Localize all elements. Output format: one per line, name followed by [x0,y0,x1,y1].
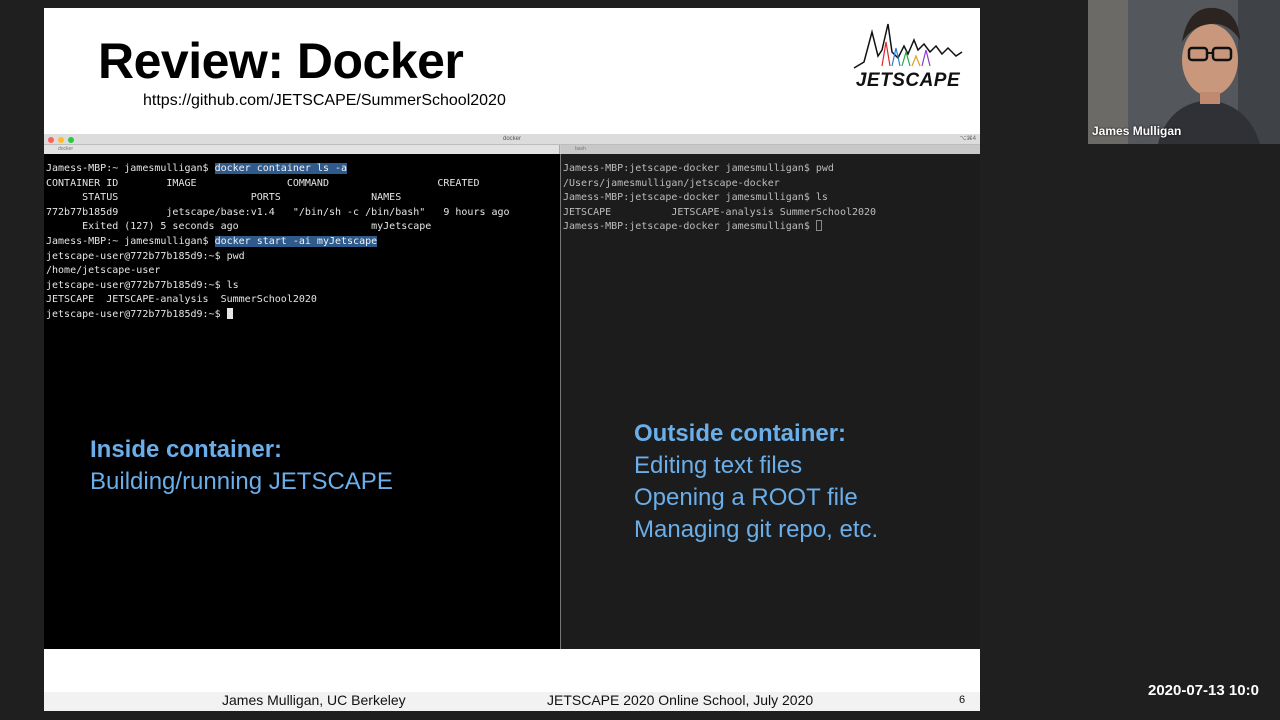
selected-command: docker container ls -a [214,163,348,174]
terminal-line: Jamess-MBP:jetscape-docker jamesmulligan… [563,220,876,235]
terminal-line: JETSCAPE JETSCAPE-analysis SummerSchool2… [46,294,317,306]
terminal-line: Exited (127) 5 seconds ago myJetscape [46,221,432,233]
jetscape-logo: JETSCAPE [852,22,964,94]
tab-docker[interactable]: docker [44,145,560,154]
terminal-output: Jamess-MBP:~ jamesmulligan$ docker conta… [46,162,510,323]
callout-line: Building/running JETSCAPE [90,468,393,495]
inside-container-callout: Inside container: Building/running JETSC… [90,434,393,498]
terminal-tabbar: docker bash [44,145,980,154]
terminal-line: jetscape-user@772b77b185d9:~$ [46,307,510,323]
terminal-shortcut: ⌥⌘4 [959,136,976,142]
participant-video[interactable]: James Mulligan [1088,0,1280,144]
slide-page-number: 6 [959,694,966,706]
terminal-pane-inside-container[interactable]: Jamess-MBP:~ jamesmulligan$ docker conta… [44,154,560,649]
screen: Review: Docker https://github.com/JETSCA… [0,0,1280,720]
logo-peaks-graphic [853,23,963,69]
terminal-line: jetscape-user@772b77b185d9:~$ pwd [46,250,245,262]
terminal-titlebar: docker ⌥⌘4 [44,134,980,145]
callout-line: Opening a ROOT file [634,484,858,511]
logo-text: JETSCAPE [855,70,961,91]
tab-docker-label: docker [58,146,74,152]
shell-prompt: Jamess-MBP:~ jamesmulligan$ [46,235,215,247]
participant-video-frame [1088,0,1280,144]
terminal-line: /Users/jamesmulligan/jetscape-docker [563,177,780,189]
tab-bash-label: bash [575,146,586,152]
terminal-line-directory-listing: JETSCAPE JETSCAPE-analysis SummerSchool2… [563,206,877,218]
slide-url: https://github.com/JETSCAPE/SummerSchool… [143,92,506,109]
terminal-line: jetscape-user@772b77b185d9:~$ ls [46,279,239,291]
terminal-line: /home/jetscape-user [46,265,161,277]
terminal-output: Jamess-MBP:jetscape-docker jamesmulligan… [563,162,876,235]
outside-container-callout: Outside container: Editing text files Op… [634,418,878,546]
footer-author: James Mulligan, UC Berkeley [222,692,406,708]
callout-line: Managing git repo, etc. [634,516,879,543]
slide-footer [44,692,980,711]
presentation-slide: Review: Docker https://github.com/JETSCA… [44,8,980,711]
callout-heading: Inside container: [90,436,283,463]
text-cursor [815,220,822,232]
terminal-pane-outside-container[interactable]: Jamess-MBP:jetscape-docker jamesmulligan… [561,154,980,649]
selected-command: docker start -ai myJetscape [214,235,378,247]
callout-heading: Outside container: [634,420,847,447]
recording-timestamp: 2020-07-13 10:0 [1148,682,1259,699]
shell-prompt: Jamess-MBP:jetscape-docker jamesmulligan… [563,221,816,233]
footer-event: JETSCAPE 2020 Online School, July 2020 [547,692,814,708]
terminal-line: Jamess-MBP:jetscape-docker jamesmulligan… [563,163,834,174]
callout-line: Editing text files [634,452,803,479]
tab-bash[interactable]: bash [561,145,980,154]
slide-title: Review: Docker [98,33,464,89]
shell-prompt: Jamess-MBP:~ jamesmulligan$ [46,163,215,174]
terminal-line: 772b77b185d9 jetscape/base:v1.4 "/bin/sh… [46,206,510,218]
terminal-line: Jamess-MBP:jetscape-docker jamesmulligan… [563,192,828,204]
terminal-window: docker ⌥⌘4 docker bash Jamess-MBP:~ jame… [44,134,980,649]
terminal-title: docker [502,136,521,142]
shell-prompt: jetscape-user@772b77b185d9:~$ [46,308,227,320]
terminal-line: STATUS PORTS NAMES [46,192,402,204]
participant-name: James Mulligan [1092,124,1182,138]
terminal-line: CONTAINER ID IMAGE COMMAND CREATED [46,177,480,189]
terminal-line: Jamess-MBP:~ jamesmulligan$ docker start… [46,235,510,250]
terminal-line: Jamess-MBP:~ jamesmulligan$ docker conta… [46,162,510,177]
text-cursor [226,307,233,319]
